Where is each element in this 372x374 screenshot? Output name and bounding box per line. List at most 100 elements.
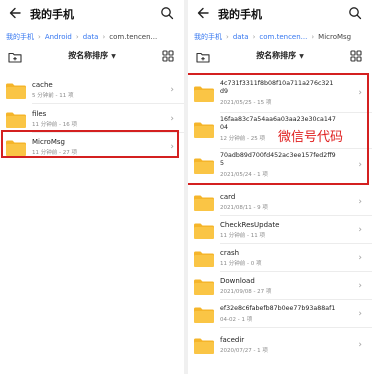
folder-name: CheckResUpdate — [220, 221, 280, 229]
folder-icon — [6, 83, 26, 99]
folder-icon — [194, 338, 214, 354]
breadcrumb-item[interactable]: 我的手机 — [194, 28, 222, 46]
folder-icon — [6, 112, 26, 128]
chevron-right-icon: › — [358, 340, 362, 350]
divider — [220, 299, 372, 300]
header: 我的手机 — [0, 0, 184, 28]
breadcrumb-item[interactable]: com.tencen... — [259, 28, 307, 46]
annotation-label: 微信号代码 — [278, 130, 344, 145]
caret-down-icon: ▼ — [299, 53, 304, 60]
folder-meta: 11 分钟前 - 0 项 — [220, 261, 262, 267]
toolbar: 按名称排序 ▼ — [188, 46, 372, 70]
folder-meta: 12 分钟前 - 25 项 — [220, 136, 265, 142]
breadcrumb-item[interactable]: data — [233, 28, 249, 46]
folder-name: cache — [32, 81, 53, 89]
folder-name: ef32e8c6fabefb87b0ee77b93a88af1 — [220, 305, 336, 312]
chevron-right-icon: › — [102, 33, 106, 41]
page-title: 我的手机 — [30, 8, 74, 21]
list-item[interactable]: 4c731f3311f8b08f10a711a276c321 d9 2021/0… — [188, 78, 372, 112]
toolbar: 按名称排序 ▼ — [0, 46, 184, 70]
folder-icon — [194, 251, 214, 267]
grid-view-icon[interactable] — [350, 50, 362, 62]
folder-icon — [194, 307, 214, 323]
folder-name: MicroMsg — [32, 138, 65, 146]
folder-icon — [194, 122, 214, 138]
chevron-right-icon: › — [358, 225, 362, 235]
folder-name-line2: 04 — [220, 124, 229, 131]
chevron-right-icon: › — [358, 197, 362, 207]
chevron-right-icon: › — [311, 33, 315, 41]
divider — [220, 112, 372, 113]
chevron-right-icon: › — [252, 33, 256, 41]
folder-name-line1: 70adb89d700fd452ac3ee157fed2ff9 — [220, 152, 336, 159]
chevron-right-icon: › — [170, 85, 174, 95]
chevron-right-icon: › — [358, 88, 362, 98]
caret-down-icon: ▼ — [111, 53, 116, 60]
page-title: 我的手机 — [218, 8, 262, 21]
divider — [220, 243, 372, 244]
folder-name-line2: 5 — [220, 160, 225, 167]
breadcrumb-item[interactable]: com.tencen... — [109, 28, 157, 46]
back-arrow-icon[interactable] — [196, 6, 210, 20]
sort-dropdown[interactable]: 按名称排序 ▼ — [188, 50, 372, 61]
folder-meta: 2021/05/24 - 1 项 — [220, 172, 268, 178]
breadcrumb-item[interactable]: MicroMsg — [318, 28, 351, 46]
chevron-right-icon: › — [358, 253, 362, 263]
breadcrumb-item[interactable]: data — [83, 28, 99, 46]
folder-name: crash — [220, 249, 240, 257]
back-arrow-icon[interactable] — [8, 6, 22, 20]
right-file-manager-panel: 我的手机 我的手机 › data › com.tencen... › MicroMsg 按名… — [188, 0, 372, 374]
sort-label: 按名称排序 — [68, 51, 109, 60]
divider — [32, 132, 184, 133]
breadcrumb-item[interactable]: Android — [45, 28, 72, 46]
grid-view-icon[interactable] — [162, 50, 174, 62]
divider — [220, 215, 372, 216]
folder-meta: 11 分钟前 - 16 项 — [32, 122, 77, 128]
list-item[interactable]: facedir 2020/07/27 - 1 项 › — [188, 333, 372, 363]
folder-name: facedir — [220, 336, 245, 344]
sort-label: 按名称排序 — [256, 51, 297, 60]
left-file-manager-panel: 我的手机 我的手机 › Android › data › com.tencen... 按名称… — [0, 0, 184, 374]
divider — [220, 271, 372, 272]
folder-meta: 5 分钟前 - 11 项 — [32, 93, 74, 99]
folder-meta: 11 分钟前 - 27 项 — [32, 150, 77, 156]
divider — [32, 103, 184, 104]
chevron-right-icon: › — [170, 142, 174, 152]
folder-meta: 2021/09/08 - 27 项 — [220, 289, 272, 295]
folder-name: files — [32, 110, 47, 118]
folder-icon — [194, 279, 214, 295]
chevron-right-icon: › — [170, 114, 174, 124]
folder-meta: 2021/08/11 - 9 项 — [220, 205, 268, 211]
chevron-right-icon: › — [226, 33, 229, 41]
folder-meta: 2021/05/25 - 15 项 — [220, 100, 272, 106]
folder-icon — [194, 86, 214, 102]
folder-name: Download — [220, 277, 255, 285]
chevron-right-icon: › — [75, 33, 79, 41]
breadcrumb: 我的手机 › Android › data › com.tencen... — [0, 28, 184, 46]
header: 我的手机 — [188, 0, 372, 28]
folder-icon — [6, 140, 26, 156]
divider — [220, 327, 372, 328]
folder-icon — [194, 223, 214, 239]
folder-name-line2: d9 — [220, 88, 229, 95]
folder-meta: 2020/07/27 - 1 项 — [220, 348, 268, 354]
divider — [220, 148, 372, 149]
breadcrumb: 我的手机 › data › com.tencen... › MicroMsg — [188, 28, 372, 46]
folder-name-line1: 4c731f3311f8b08f10a711a276c321 — [220, 80, 334, 87]
folder-meta: 11 分钟前 - 11 项 — [220, 233, 265, 239]
sort-dropdown[interactable]: 按名称排序 ▼ — [0, 50, 184, 61]
folder-meta: 04-02 - 1 项 — [220, 317, 253, 323]
search-icon[interactable] — [348, 6, 362, 20]
chevron-right-icon: › — [38, 33, 41, 41]
chevron-right-icon: › — [358, 160, 362, 170]
folder-name: card — [220, 193, 236, 201]
list-item[interactable]: 70adb89d700fd452ac3ee157fed2ff9 5 2021/0… — [188, 150, 372, 184]
folder-name-line1: 16faa83c7a54aa6a03aa23e30ca147 — [220, 116, 336, 123]
folder-icon — [194, 195, 214, 211]
chevron-right-icon: › — [358, 281, 362, 291]
breadcrumb-item[interactable]: 我的手机 — [6, 28, 34, 46]
list-item[interactable]: MicroMsg 11 分钟前 - 27 项 › — [0, 135, 184, 165]
folder-icon — [194, 158, 214, 174]
chevron-right-icon: › — [358, 309, 362, 319]
search-icon[interactable] — [160, 6, 174, 20]
